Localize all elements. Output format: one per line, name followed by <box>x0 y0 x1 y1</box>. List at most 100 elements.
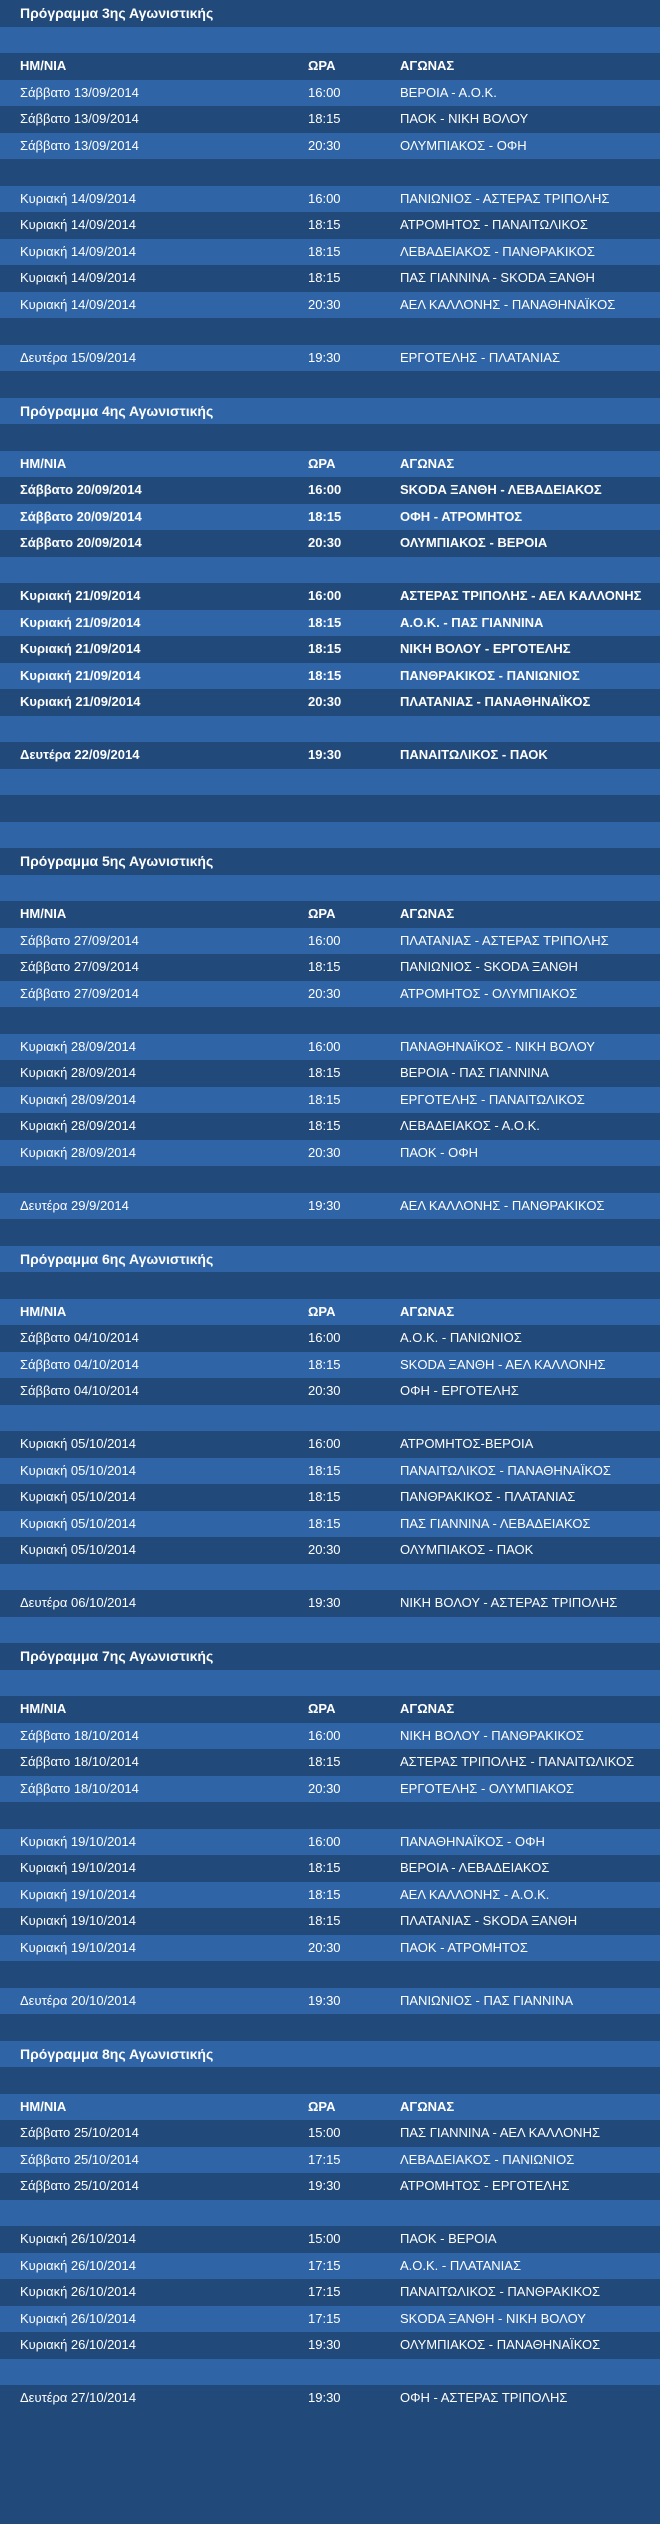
match-time: 16:00 <box>308 190 341 206</box>
match-row: Κυριακή 28/09/2014 18:15 ΒΕΡΟΙΑ - ΠΑΣ ΓΙΑΝ… <box>0 1060 660 1087</box>
match-time: 18:15 <box>308 1091 341 1107</box>
match-teams: ΟΛΥΜΠΙΑΚΟΣ - ΠΑΝΑΘΗΝΑΪΚΟΣ <box>400 2337 601 2352</box>
match-date: Κυριακή 19/10/2014 <box>20 1833 136 1849</box>
match-time: 19:30 <box>308 2178 341 2193</box>
match-teams: Α.Ο.Κ. - ΠΛΑΤΑΝΙΑΣ <box>400 2257 521 2273</box>
match-row: Σάββατο 13/09/2014 18:15 ΠΑΟΚ - ΝΙΚΗ ΒΟΛΟΥ <box>0 106 660 133</box>
spacer-row <box>0 1616 660 1643</box>
match-time: 20:30 <box>308 1144 341 1160</box>
match-date: Κυριακή 21/09/2014 <box>20 694 141 709</box>
match-teams: ΠΑΝΘΡΑΚΙΚΟΣ - ΠΛΑΤΑΝΙΑΣ <box>400 1489 576 1504</box>
match-time: 20:30 <box>308 535 342 550</box>
match-date: Κυριακή 21/09/2014 <box>20 667 141 683</box>
match-time: 18:15 <box>308 959 341 974</box>
match-row: Κυριακή 21/09/2014 18:15 Α.Ο.Κ. - ΠΑΣ ΓΙΑΝ… <box>0 609 660 636</box>
column-header-time: ΩΡΑ <box>308 58 336 73</box>
match-teams: ΠΛΑΤΑΝΙΑΣ - SKODA ΞΑΝΘΗ <box>400 1913 578 1928</box>
match-teams: ΠΑΟΚ - ΒΕΡΟΙΑ <box>400 2231 497 2246</box>
match-row: Δευτέρα 06/10/2014 19:30 ΝΙΚΗ ΒΟΛΟΥ - ΑΣΤΕ… <box>0 1590 660 1617</box>
match-teams: ΠΑΝΙΩΝΙΟΣ - ΑΣΤΕΡΑΣ ΤΡΙΠΟΛΗΣ <box>400 190 610 206</box>
match-teams: ΟΦΗ - ΕΡΓΟΤΕΛΗΣ <box>400 1383 519 1398</box>
match-row: Σάββατο 25/10/2014 19:30 ΑΤΡΟΜΗΤΟΣ - ΕΡΓΟΤ… <box>0 2173 660 2200</box>
column-header-match: ΑΓΩΝΑΣ <box>400 1303 455 1319</box>
spacer-row <box>0 2199 660 2226</box>
column-header-match: ΑΓΩΝΑΣ <box>400 58 455 73</box>
match-time: 20:30 <box>308 137 341 153</box>
match-row: Κυριακή 21/09/2014 18:15 ΝΙΚΗ ΒΟΛΟΥ - ΕΡΓΟ… <box>0 636 660 663</box>
match-teams: SKODA ΞΑΝΘΗ - ΑΕΛ ΚΑΛΛΟΝΗΣ <box>400 1356 606 1372</box>
match-date: Σάββατο 13/09/2014 <box>20 137 139 153</box>
match-teams: ΒΕΡΟΙΑ - ΛΕΒΑΔΕΙΑΚΟΣ <box>400 1860 550 1875</box>
match-date: Σάββατο 27/09/2014 <box>20 959 139 974</box>
match-time: 18:15 <box>308 1515 341 1531</box>
match-teams: ΠΑΝΘΡΑΚΙΚΟΣ - ΠΑΝΙΩΝΙΟΣ <box>400 667 580 683</box>
match-teams: ΠΑΝΑΙΤΩΛΙΚΟΣ - ΠΑΝΑΘΗΝΑΪΚΟΣ <box>400 1462 611 1478</box>
match-time: 18:15 <box>308 243 341 259</box>
match-time: 18:15 <box>308 1489 341 1504</box>
match-row: Κυριακή 14/09/2014 16:00 ΠΑΝΙΩΝΙΟΣ - ΑΣΤΕΡ… <box>0 185 660 212</box>
match-row: Κυριακή 05/10/2014 18:15 ΠΑΝΑΙΤΩΛΙΚΟΣ - ΠΑ… <box>0 1457 660 1484</box>
match-row: Δευτέρα 27/10/2014 19:30 ΟΦΗ - ΑΣΤΕΡΑΣ ΤΡΙ… <box>0 2385 660 2412</box>
match-date: Κυριακή 05/10/2014 <box>20 1515 136 1531</box>
match-time: 18:15 <box>308 1065 341 1080</box>
match-row: Σάββατο 04/10/2014 20:30 ΟΦΗ - ΕΡΓΟΤΕΛΗΣ <box>0 1378 660 1405</box>
match-teams: ΠΑΣ ΓΙΑΝΝΙΝΑ - ΑΕΛ ΚΑΛΛΟΝΗΣ <box>400 2125 600 2140</box>
match-date: Σάββατο 18/10/2014 <box>20 1727 139 1743</box>
match-row: Κυριακή 21/09/2014 20:30 ΠΛΑΤΑΝΙΑΣ - ΠΑΝΑΘ… <box>0 689 660 716</box>
match-date: Σάββατο 27/09/2014 <box>20 985 139 1001</box>
spacer-row <box>0 1219 660 1246</box>
match-row: Σάββατο 18/10/2014 18:15 ΑΣΤΕΡΑΣ ΤΡΙΠΟΛΗΣ … <box>0 1749 660 1776</box>
match-date: Κυριακή 21/09/2014 <box>20 614 141 630</box>
match-time: 18:15 <box>308 508 342 524</box>
match-row: Κυριακή 28/09/2014 18:15 ΛΕΒΑΔΕΙΑΚΟΣ - Α.Ο… <box>0 1113 660 1140</box>
column-header-time: ΩΡΑ <box>308 455 336 471</box>
match-time: 18:15 <box>308 1913 341 1928</box>
match-teams: ΠΑΟΚ - ΑΤΡΟΜΗΤΟΣ <box>400 1939 528 1955</box>
match-teams: ΑΤΡΟΜΗΤΟΣ - ΕΡΓΟΤΕΛΗΣ <box>400 2178 570 2193</box>
match-date: Σάββατο 04/10/2014 <box>20 1356 139 1372</box>
match-date: Κυριακή 14/09/2014 <box>20 243 136 259</box>
round-title: Πρόγραμμα 6ης Αγωνιστικής <box>0 1245 660 1272</box>
round-title: Πρόγραμμα 7ης Αγωνιστικής <box>0 1643 660 1670</box>
match-teams: ΠΑΝΑΘΗΝΑΪΚΟΣ - ΟΦΗ <box>400 1833 545 1849</box>
match-time: 18:15 <box>308 641 342 656</box>
column-header-match: ΑΓΩΝΑΣ <box>400 1701 455 1716</box>
match-teams: ΕΡΓΟΤΕΛΗΣ - ΠΛΑΤΑΝΙΑΣ <box>400 349 561 365</box>
match-date: Δευτέρα 29/9/2014 <box>20 1197 129 1213</box>
match-time: 17:15 <box>308 2284 341 2299</box>
match-teams: ΟΛΥΜΠΙΑΚΟΣ - ΠΑΟΚ <box>400 1542 534 1557</box>
match-time: 18:15 <box>308 667 342 683</box>
match-teams: ΑΣΤΕΡΑΣ ΤΡΙΠΟΛΗΣ - ΑΕΛ ΚΑΛΛΟΝΗΣ <box>400 588 642 603</box>
match-teams: ΠΑΝΙΩΝΙΟΣ - ΠΑΣ ΓΙΑΝΝΙΝΑ <box>400 1992 574 2008</box>
match-teams: ΕΡΓΟΤΕΛΗΣ - ΟΛΥΜΠΙΑΚΟΣ <box>400 1780 575 1796</box>
match-time: 16:00 <box>308 84 341 100</box>
match-row: Κυριακή 21/09/2014 18:15 ΠΑΝΘΡΑΚΙΚΟΣ - ΠΑΝ… <box>0 662 660 689</box>
match-date: Δευτέρα 06/10/2014 <box>20 1595 137 1610</box>
match-time: 20:30 <box>308 694 342 709</box>
match-row: Σάββατο 20/09/2014 20:30 ΟΛΥΜΠΙΑΚΟΣ - ΒΕΡΟ… <box>0 530 660 557</box>
match-date: Δευτέρα 22/09/2014 <box>20 747 140 762</box>
match-row: Κυριακή 26/10/2014 15:00 ΠΑΟΚ - ΒΕΡΟΙΑ <box>0 2226 660 2253</box>
match-row: Δευτέρα 22/09/2014 19:30 ΠΑΝΑΙΤΩΛΙΚΟΣ - ΠΑ… <box>0 742 660 769</box>
schedule-table: Πρόγραμμα 3ης Αγωνιστικής ΗΜ/ΝΙΑ ΩΡΑ ΑΓΩΝΑΣ… <box>0 0 660 2412</box>
match-time: 20:30 <box>308 985 341 1001</box>
column-header-row: ΗΜ/ΝΙΑ ΩΡΑ ΑΓΩΝΑΣ <box>0 53 660 80</box>
match-date: Κυριακή 26/10/2014 <box>20 2310 136 2326</box>
match-row: Δευτέρα 29/9/2014 19:30 ΑΕΛ ΚΑΛΛΟΝΗΣ - ΠΑΝ… <box>0 1192 660 1219</box>
match-row: Κυριακή 21/09/2014 16:00 ΑΣΤΕΡΑΣ ΤΡΙΠΟΛΗΣ … <box>0 583 660 610</box>
match-time: 19:30 <box>308 2390 341 2405</box>
match-row: Σάββατο 25/10/2014 15:00 ΠΑΣ ΓΙΑΝΝΙΝΑ - ΑΕ… <box>0 2120 660 2147</box>
match-date: Δευτέρα 27/10/2014 <box>20 2390 137 2405</box>
match-date: Κυριακή 28/09/2014 <box>20 1065 136 1080</box>
match-row: Σάββατο 27/09/2014 16:00 ΠΛΑΤΑΝΙΑΣ - ΑΣΤΕΡ… <box>0 927 660 954</box>
match-date: Σάββατο 27/09/2014 <box>20 932 139 948</box>
match-date: Κυριακή 05/10/2014 <box>20 1542 136 1557</box>
match-row: Κυριακή 05/10/2014 20:30 ΟΛΥΜΠΙΑΚΟΣ - ΠΑΟΚ <box>0 1537 660 1564</box>
spacer-row <box>0 874 660 901</box>
match-teams: ΠΑΣ ΓΙΑΝΝΙΝΑ - ΛΕΒΑΔΕΙΑΚΟΣ <box>400 1515 591 1531</box>
match-row: Κυριακή 28/09/2014 16:00 ΠΑΝΑΘΗΝΑΪΚΟΣ - ΝΙ… <box>0 1033 660 1060</box>
spacer-row <box>0 424 660 451</box>
match-teams: ΕΡΓΟΤΕΛΗΣ - ΠΑΝΑΙΤΩΛΙΚΟΣ <box>400 1091 585 1107</box>
match-date: Σάββατο 25/10/2014 <box>20 2151 139 2167</box>
match-row: Σάββατο 27/09/2014 20:30 ΑΤΡΟΜΗΤΟΣ - ΟΛΥΜΠ… <box>0 980 660 1007</box>
